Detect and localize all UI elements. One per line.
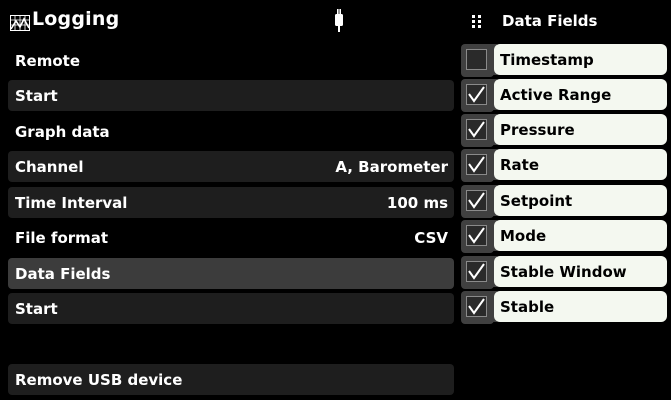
checkbox-checked[interactable] bbox=[466, 119, 487, 140]
time-interval-value: 100 ms bbox=[386, 193, 448, 212]
grid-icon bbox=[472, 14, 482, 33]
data-field-row[interactable]: Active Range bbox=[456, 79, 671, 112]
channel-value: A, Barometer bbox=[335, 157, 448, 176]
panel-header: Data Fields bbox=[456, 0, 671, 42]
checkbox-checked[interactable] bbox=[466, 296, 487, 317]
menu-item-label: File format bbox=[15, 228, 109, 247]
data-field-row[interactable]: Mode bbox=[456, 220, 671, 253]
menu-item-file-format[interactable]: File format CSV bbox=[8, 222, 454, 253]
data-field-row[interactable]: Rate bbox=[456, 149, 671, 182]
data-field-row[interactable]: Setpoint bbox=[456, 185, 671, 218]
checkbox-checked[interactable] bbox=[466, 225, 487, 246]
checkmark-icon bbox=[468, 121, 485, 138]
checkmark-icon bbox=[468, 192, 485, 209]
checkmark-icon bbox=[468, 263, 485, 280]
menu-item-channel[interactable]: Channel A, Barometer bbox=[8, 151, 454, 182]
menu-item-label: Data Fields bbox=[15, 264, 111, 283]
menu-item-label: Start bbox=[15, 86, 58, 105]
checkbox-checked[interactable] bbox=[466, 261, 487, 282]
data-field-label: Rate bbox=[494, 149, 667, 180]
panel-title: Data Fields bbox=[502, 12, 598, 30]
data-fields-panel: Data Fields Timestamp Active Range Pressur… bbox=[456, 0, 671, 400]
data-field-label: Pressure bbox=[494, 114, 667, 145]
menu-item-label: Remove USB device bbox=[15, 370, 183, 389]
checkbox-checked[interactable] bbox=[466, 154, 487, 175]
data-field-label: Timestamp bbox=[494, 44, 667, 75]
checkmark-icon bbox=[468, 156, 485, 173]
menu-item-label: Start bbox=[15, 299, 58, 318]
checkmark-icon bbox=[468, 86, 485, 103]
menu-item-start-2[interactable]: Start bbox=[8, 293, 454, 324]
menu-item-graph-data[interactable]: Graph data bbox=[8, 116, 454, 147]
data-field-row[interactable]: Stable bbox=[456, 291, 671, 324]
data-field-label: Mode bbox=[494, 220, 667, 251]
menu-item-remote[interactable]: Remote bbox=[8, 45, 454, 76]
menu-item-start[interactable]: Start bbox=[8, 80, 454, 111]
data-field-label: Active Range bbox=[494, 79, 667, 110]
data-field-label: Stable Window bbox=[494, 256, 667, 287]
data-field-label: Setpoint bbox=[494, 185, 667, 216]
usb-icon bbox=[334, 9, 344, 37]
menu-item-label: Graph data bbox=[15, 122, 110, 141]
menu-item-data-fields[interactable]: Data Fields bbox=[8, 258, 454, 289]
data-field-row[interactable]: Stable Window bbox=[456, 256, 671, 289]
menu-item-label: Time Interval bbox=[15, 193, 128, 212]
file-format-value: CSV bbox=[414, 228, 448, 247]
header: Logging bbox=[0, 0, 456, 44]
menu-item-label: Remote bbox=[15, 51, 81, 70]
checkbox-checked[interactable] bbox=[466, 84, 487, 105]
checkbox-checked[interactable] bbox=[466, 190, 487, 211]
data-field-row[interactable]: Pressure bbox=[456, 114, 671, 147]
data-field-row[interactable]: Timestamp bbox=[456, 44, 671, 77]
page-title: Logging bbox=[32, 8, 120, 30]
checkmark-icon bbox=[468, 227, 485, 244]
logging-chart-icon bbox=[10, 15, 30, 35]
logging-panel: Logging Remote Start Graph data Channel … bbox=[0, 0, 456, 400]
data-field-label: Stable bbox=[494, 291, 667, 322]
remove-usb-button[interactable]: Remove USB device bbox=[8, 364, 454, 395]
menu-item-label: Channel bbox=[15, 157, 84, 176]
menu-item-time-interval[interactable]: Time Interval 100 ms bbox=[8, 187, 454, 218]
checkbox-unchecked[interactable] bbox=[466, 49, 487, 70]
checkmark-icon bbox=[468, 298, 485, 315]
